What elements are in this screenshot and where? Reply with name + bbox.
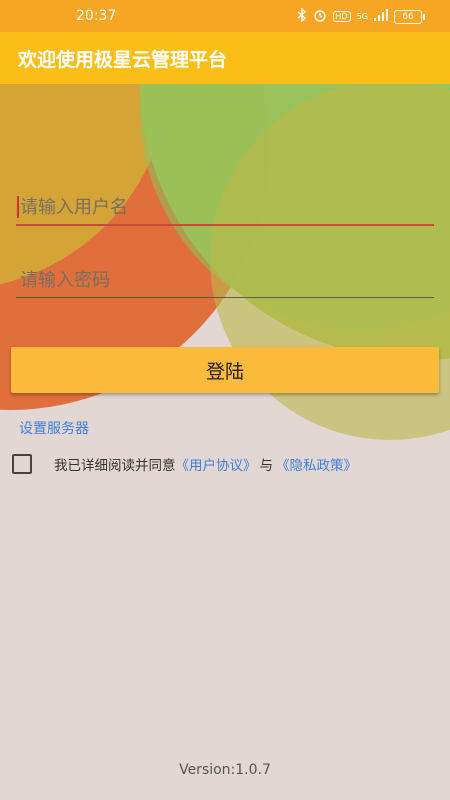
background-decoration bbox=[0, 0, 450, 800]
agreement-checkbox[interactable] bbox=[12, 454, 32, 474]
agreement-conjunction: 与 bbox=[259, 458, 274, 474]
username-input[interactable] bbox=[16, 196, 434, 226]
user-agreement-link[interactable]: 《用户协议》 bbox=[176, 458, 257, 474]
agreement-row: 我已详细阅读并同意《用户协议》与《隐私政策》 bbox=[12, 454, 357, 474]
agreement-prefix: 我已详细阅读并同意 bbox=[54, 458, 176, 474]
page-title: 欢迎使用极星云管理平台 bbox=[18, 49, 228, 71]
signal-icon bbox=[374, 9, 388, 24]
text-cursor bbox=[17, 196, 19, 218]
title-bar: 欢迎使用极星云管理平台 bbox=[0, 32, 450, 84]
version-label: Version:1.0.7 bbox=[179, 762, 271, 778]
status-bar: 20:37 HD 5G 66 bbox=[0, 0, 450, 32]
privacy-policy-link[interactable]: 《隐私政策》 bbox=[276, 458, 357, 474]
login-button[interactable]: 登陆 bbox=[11, 347, 439, 393]
alarm-icon bbox=[313, 8, 327, 25]
status-icons: HD 5G 66 bbox=[297, 7, 425, 25]
agreement-text: 我已详细阅读并同意《用户协议》与《隐私政策》 bbox=[54, 454, 357, 474]
set-server-link[interactable]: 设置服务器 bbox=[19, 418, 89, 438]
network-label: 5G bbox=[356, 12, 368, 21]
bluetooth-icon bbox=[297, 7, 307, 25]
hd-icon: HD bbox=[332, 11, 351, 22]
password-input[interactable] bbox=[16, 270, 434, 298]
battery-icon: 66 bbox=[394, 9, 425, 24]
status-time: 20:37 bbox=[76, 8, 117, 24]
